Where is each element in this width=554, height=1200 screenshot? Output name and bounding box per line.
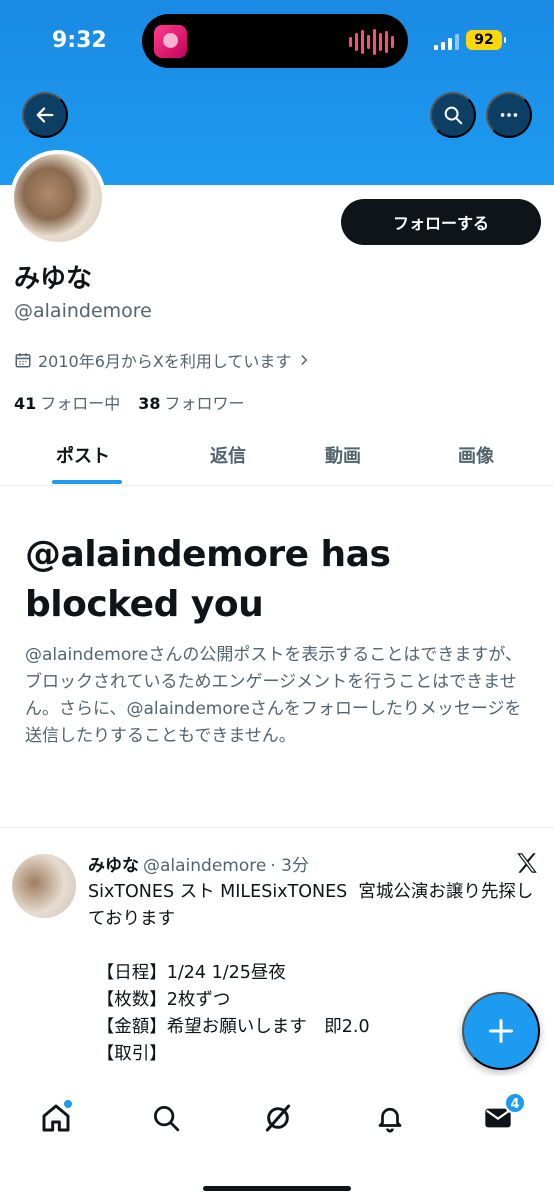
plus-icon [488, 1018, 514, 1044]
arrow-left-icon [36, 107, 54, 123]
bottom-navigation: 4 [0, 1076, 554, 1200]
post-avatar[interactable] [12, 854, 76, 918]
nav-home[interactable] [36, 1098, 76, 1138]
search-icon [154, 1106, 180, 1132]
post-timestamp: · 3分 [270, 856, 309, 876]
search-icon [444, 106, 463, 125]
tab-posts[interactable]: ポスト [56, 442, 110, 468]
search-button[interactable] [430, 92, 476, 138]
back-button[interactable] [22, 92, 68, 138]
more-options-button[interactable] [486, 92, 532, 138]
followers-label: フォロワー [164, 394, 245, 413]
user-handle: @alaindemore [14, 300, 152, 322]
battery-indicator: 92 [466, 30, 506, 50]
tab-images[interactable]: 画像 [458, 442, 494, 468]
post-author-name[interactable]: みゆな [88, 856, 139, 876]
now-playing-app-icon [154, 25, 187, 58]
divider [0, 827, 554, 828]
joined-date[interactable]: 2010年6月からXを利用しています [14, 348, 311, 372]
status-time: 9:32 [52, 28, 107, 53]
nav-grok[interactable] [258, 1098, 298, 1138]
audio-wave-icon [349, 28, 394, 56]
home-notification-dot [64, 1100, 72, 1108]
nav-messages[interactable]: 4 [478, 1092, 526, 1138]
bell-icon [378, 1107, 402, 1133]
grok-icon [265, 1104, 291, 1132]
nav-notifications[interactable] [370, 1098, 410, 1138]
signal-icon [434, 34, 459, 50]
chevron-right-icon [301, 355, 308, 365]
compose-button[interactable] [462, 992, 540, 1070]
dynamic-island [142, 14, 408, 68]
more-horizontal-icon [500, 113, 518, 117]
follow-button[interactable]: フォローする [341, 199, 541, 245]
following-count: 41 [14, 394, 37, 413]
following-link[interactable]: 41 フォロー中 [14, 390, 120, 414]
follow-stats: 41 フォロー中 38 フォロワー [14, 390, 245, 414]
avatar-image [14, 154, 102, 242]
tab-replies[interactable]: 返信 [210, 442, 246, 468]
active-tab-indicator [52, 480, 122, 484]
blocked-title: @alaindemore has blocked you [25, 534, 391, 625]
joined-text: 2010年6月からXを利用しています [38, 352, 292, 371]
display-name: みゆな [14, 264, 93, 294]
following-label: フォロー中 [40, 394, 121, 413]
blocked-description: @alaindemoreさんの公開ポストを表示することはできますが、ブロックされ… [25, 645, 523, 746]
home-indicator [203, 1186, 351, 1191]
nav-search[interactable] [146, 1098, 186, 1138]
calendar-icon [15, 353, 31, 368]
x-logo-icon [517, 853, 537, 873]
profile-tabs: ポスト 返信 動画 画像 [0, 430, 554, 486]
post-header: みゆな @alaindemore · 3分 [88, 851, 309, 876]
messages-badge: 4 [504, 1092, 526, 1114]
post-author-handle[interactable]: @alaindemore [143, 856, 266, 876]
profile-avatar[interactable] [10, 150, 106, 246]
tab-videos[interactable]: 動画 [325, 442, 361, 468]
followers-count: 38 [138, 394, 161, 413]
followers-link[interactable]: 38 フォロワー [138, 390, 244, 414]
